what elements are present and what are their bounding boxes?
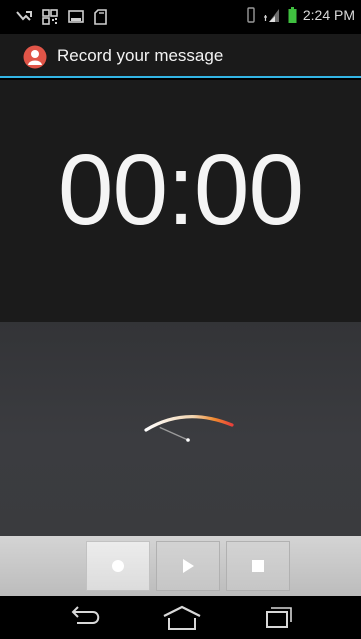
recorder-app-icon[interactable] (23, 45, 47, 69)
vibrate-icon (247, 7, 255, 23)
missed-call-icon (16, 11, 32, 21)
timer-panel: 00:00 (0, 80, 361, 322)
battery-icon (288, 7, 297, 23)
navigation-bar (0, 596, 361, 639)
play-button[interactable] (156, 541, 220, 591)
qr-code-icon (42, 9, 58, 25)
meter-panel (0, 322, 361, 536)
vu-meter-scale (144, 415, 234, 432)
status-clock: 2:24 PM (302, 7, 355, 23)
stop-button[interactable] (226, 541, 290, 591)
record-button[interactable] (86, 541, 150, 591)
vu-meter-pivot (186, 438, 190, 442)
back-icon (71, 606, 100, 624)
vu-meter-needle (159, 426, 189, 441)
system-status: 2:24 PM (246, 7, 355, 23)
back-button[interactable] (64, 604, 108, 632)
recent-apps-button[interactable] (256, 604, 300, 632)
vu-meter (144, 415, 234, 442)
sd-card-icon (94, 9, 107, 25)
status-bar: 2:24 PM (0, 0, 361, 34)
notification-icons (16, 9, 107, 25)
recent-apps-icon (266, 607, 292, 628)
signal-icon (263, 9, 279, 22)
home-icon (163, 605, 201, 630)
home-button[interactable] (160, 604, 204, 632)
record-icon (112, 560, 124, 572)
play-icon (183, 559, 194, 573)
recorder-controls (0, 536, 361, 596)
image-icon (68, 10, 84, 23)
elapsed-time: 00:00 (57, 134, 304, 246)
stop-icon (252, 560, 264, 572)
page-title: Record your message (57, 46, 224, 65)
action-bar: Record your message (0, 34, 361, 78)
